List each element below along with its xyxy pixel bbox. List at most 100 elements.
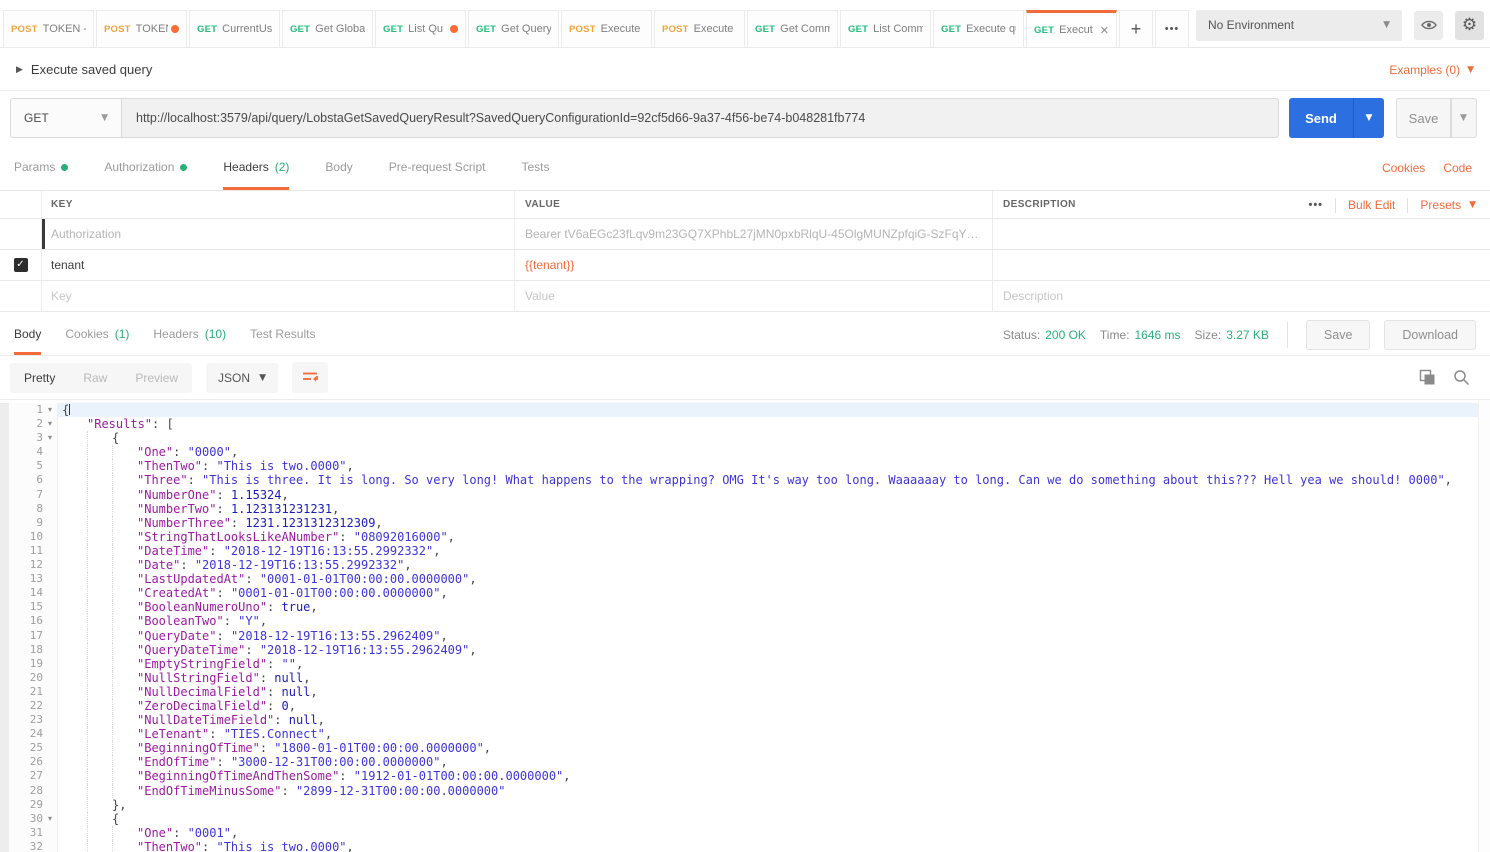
view-mode-preview[interactable]: Preview [121, 363, 192, 393]
chevron-down-icon: ▼ [1366, 113, 1373, 123]
indent-guide [87, 657, 112, 671]
indent-guide [87, 600, 112, 614]
request-tab[interactable]: POSTTOKEN - ( [3, 10, 94, 48]
header-value-cell[interactable]: Bearer tV6aEGc23fLqv9m23GQ7XPhbL27jMN0px… [515, 219, 993, 249]
download-response-button[interactable]: Download [1384, 320, 1476, 350]
save-response-button[interactable]: Save [1306, 320, 1371, 350]
indent-guide [112, 784, 137, 798]
indent-guide [87, 840, 112, 852]
search-icon[interactable] [1453, 369, 1470, 386]
header-description-cell[interactable] [993, 250, 1490, 280]
close-tab-icon[interactable]: ✕ [1100, 24, 1109, 37]
environment-select[interactable]: No Environment ▼ [1196, 10, 1402, 41]
wrap-text-button[interactable] [292, 362, 328, 393]
json-punct: : [245, 643, 259, 657]
settings-button[interactable]: ⚙ [1455, 11, 1484, 40]
json-punct: , [440, 755, 447, 769]
code-line: 32"ThenTwo": "This is two.0000", [0, 840, 1490, 852]
send-options-button[interactable]: ▼ [1353, 98, 1384, 138]
method-badge: GET [290, 24, 310, 35]
request-tab[interactable]: GETExecut✕ [1026, 10, 1117, 48]
tab-params[interactable]: Params [14, 145, 68, 190]
request-tab[interactable]: GETGet Query [468, 10, 559, 48]
json-key: "Date" [137, 558, 180, 572]
collapse-arrow-icon[interactable]: ▶ [16, 65, 23, 75]
header-description-input[interactable]: Description [993, 281, 1490, 311]
bulk-edit-link[interactable]: Bulk Edit [1348, 198, 1395, 212]
header-value-cell[interactable]: {{tenant}} [515, 250, 993, 280]
view-mode-raw[interactable]: Raw [69, 363, 121, 393]
json-punct: : [202, 459, 216, 473]
format-select[interactable]: JSON ▼ [206, 363, 278, 393]
request-tab[interactable]: POSTExecute c [654, 10, 745, 48]
request-tab[interactable]: GETGet Comm [747, 10, 838, 48]
tab-pre-request-script[interactable]: Pre-request Script [389, 145, 486, 190]
request-tab[interactable]: GETExecute qu [933, 10, 1024, 48]
new-tab-button[interactable]: + [1119, 10, 1153, 48]
cookies-link[interactable]: Cookies [1382, 161, 1425, 175]
code-line-content: "NumberTwo": 1.123131231231, [58, 502, 1490, 516]
url-input[interactable]: http://localhost:3579/api/query/LobstaGe… [122, 98, 1279, 138]
tab-authorization[interactable]: Authorization [104, 145, 187, 190]
code-line: 1▾{ [0, 403, 1490, 417]
fold-arrow-icon[interactable]: ▾ [43, 403, 57, 417]
fold-spacer [43, 643, 57, 657]
json-number: 1.123131231231 [231, 502, 332, 516]
presets-dropdown[interactable]: Presets [1420, 198, 1461, 212]
save-request-button[interactable]: Save [1396, 98, 1451, 138]
checkbox-checked-icon[interactable]: ✓ [14, 258, 28, 272]
indent-guide [62, 784, 87, 798]
examples-dropdown[interactable]: Examples (0) ▼ [1389, 63, 1474, 77]
request-tab[interactable]: POSTTOKEN [96, 10, 187, 48]
line-number: 4 [0, 445, 43, 459]
view-mode-pretty[interactable]: Pretty [10, 363, 69, 393]
request-tab[interactable]: POSTExecute c [561, 10, 652, 48]
indent-guide [112, 473, 137, 487]
tab-label: Get Query [501, 23, 551, 35]
code-line-content: "Date": "2018-12-19T16:13:55.2992332", [58, 558, 1490, 572]
indent-guide [87, 741, 112, 755]
save-options-button[interactable]: ▼ [1451, 98, 1477, 138]
header-description-cell[interactable] [993, 219, 1490, 249]
editor-scrollbar[interactable] [1478, 400, 1490, 852]
response-tab-test-results[interactable]: Test Results [250, 314, 315, 355]
header-key-input[interactable]: Key [42, 281, 515, 311]
json-key: "NumberThree" [137, 516, 231, 530]
more-options-icon[interactable]: ••• [1308, 199, 1323, 211]
code-line-content: "QueryDateTime": "2018-12-19T16:13:55.29… [58, 643, 1490, 657]
tab-headers[interactable]: Headers(2) [223, 145, 289, 190]
response-body-editor[interactable]: 1▾{2▾"Results": [3▾{4"One": "0000",5"The… [0, 400, 1490, 852]
fold-arrow-icon[interactable]: ▾ [43, 812, 57, 826]
tab-bar: POSTTOKEN - (POSTTOKENGETCurrentUsGETGet… [0, 0, 1490, 48]
request-tab[interactable]: GETList Qu [375, 10, 466, 48]
row-check-cell[interactable]: ✓ [0, 250, 42, 280]
response-tab-cookies[interactable]: Cookies(1) [65, 314, 129, 355]
line-number: 2 [0, 417, 43, 431]
copy-icon[interactable] [1419, 369, 1436, 386]
chevron-down-icon: ▼ [1383, 20, 1390, 30]
header-key-cell[interactable]: tenant [42, 250, 515, 280]
method-select[interactable]: GET ▼ [10, 98, 122, 138]
tab-label: Headers [223, 160, 268, 174]
fold-arrow-icon[interactable]: ▾ [43, 417, 57, 431]
request-tab[interactable]: GETGet Global [282, 10, 373, 48]
header-value-input[interactable]: Value [515, 281, 993, 311]
chevron-down-icon: ▼ [101, 113, 108, 123]
tab-body[interactable]: Body [325, 145, 352, 190]
tab-tests[interactable]: Tests [521, 145, 549, 190]
indent-guide [87, 812, 112, 826]
environment-quicklook-button[interactable] [1414, 11, 1443, 40]
code-link[interactable]: Code [1443, 161, 1472, 175]
method-badge: GET [755, 24, 775, 35]
method-badge: POST [104, 24, 131, 35]
request-tab[interactable]: GETList Comm [840, 10, 931, 48]
request-tab[interactable]: GETCurrentUs [189, 10, 280, 48]
json-string: "0001-01-01T00:00:00.0000000" [231, 586, 441, 600]
json-punct: , [289, 699, 296, 713]
tab-options-button[interactable]: ••• [1155, 10, 1189, 48]
response-tab-headers[interactable]: Headers(10) [153, 314, 226, 355]
send-button[interactable]: Send [1289, 98, 1353, 138]
response-tab-body[interactable]: Body [14, 314, 41, 355]
fold-arrow-icon[interactable]: ▾ [43, 431, 57, 445]
header-key-cell[interactable]: Authorization [42, 219, 515, 249]
